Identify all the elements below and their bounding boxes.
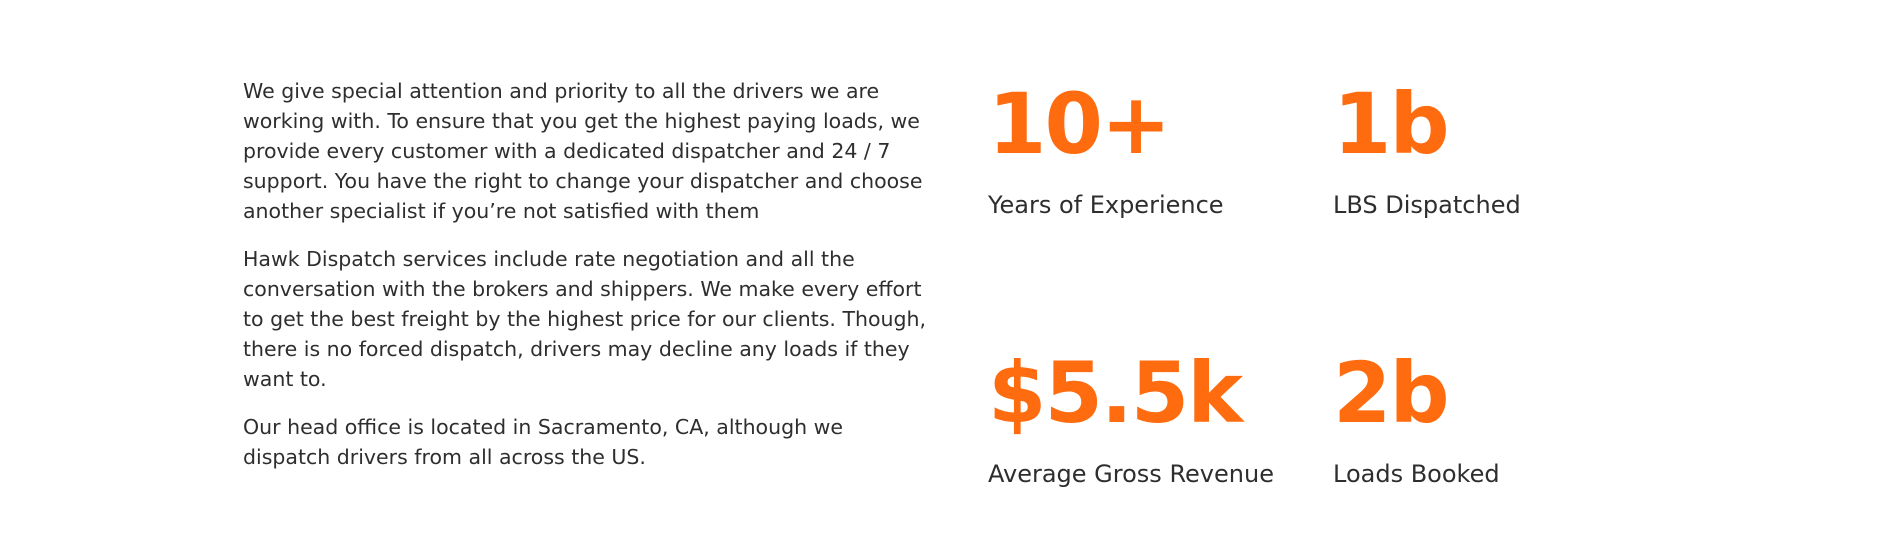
about-paragraph-2: Hawk Dispatch services include rate nego… xyxy=(243,247,927,391)
about-text-section: We give special attention and priority t… xyxy=(243,76,933,490)
about-paragraph-1: We give special attention and priority t… xyxy=(243,79,923,223)
stat-value: 10+ xyxy=(988,75,1171,173)
stat-label: Average Gross Revenue xyxy=(988,460,1274,488)
stat-label: LBS Dispatched xyxy=(1333,191,1521,219)
stat-label: Years of Experience xyxy=(988,191,1224,219)
stat-value: 2b xyxy=(1333,344,1450,442)
stat-value: 1b xyxy=(1333,75,1450,173)
stat-average-gross-revenue: $5.5k Average Gross Revenue xyxy=(988,345,1308,489)
about-paragraph-3: Our head office is located in Sacramento… xyxy=(243,415,843,469)
stat-label: Loads Booked xyxy=(1333,460,1500,488)
stat-value: $5.5k xyxy=(988,344,1243,442)
stat-lbs-dispatched: 1b LBS Dispatched xyxy=(1333,76,1653,220)
stat-loads-booked: 2b Loads Booked xyxy=(1333,345,1653,489)
stat-years-experience: 10+ Years of Experience xyxy=(988,76,1308,220)
stats-grid: 10+ Years of Experience 1b LBS Dispatche… xyxy=(988,70,1548,500)
